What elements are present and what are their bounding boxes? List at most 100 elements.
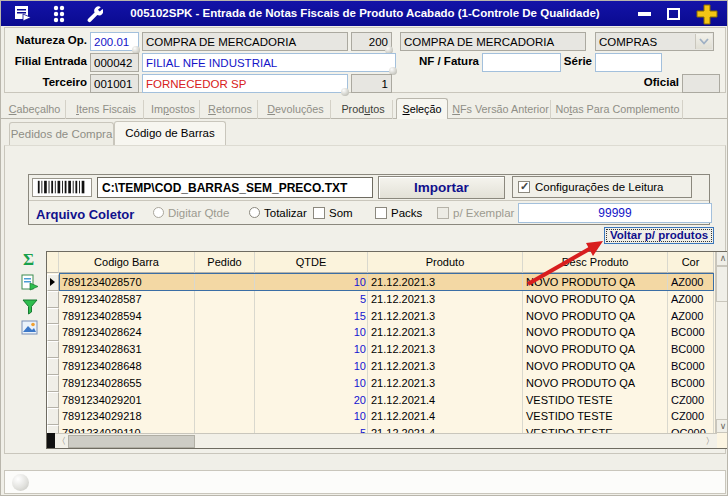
cell-pedido[interactable] [195, 375, 255, 392]
compras-combo[interactable]: COMPRAS [595, 32, 714, 51]
cell-cor[interactable]: CZ000 [668, 408, 714, 425]
maximize-button[interactable] [667, 8, 680, 20]
cell-pedido[interactable] [195, 324, 255, 341]
scroll-right-icon[interactable]: 〉 [703, 435, 717, 449]
cell-codigo[interactable]: 7891234028624 [59, 324, 195, 341]
cell-desc[interactable]: NOVO PRODUTO QA [523, 324, 668, 341]
column-header-produto[interactable]: Produto [368, 252, 523, 273]
cell-cor[interactable]: AZ000 [668, 291, 714, 308]
row-selector[interactable] [47, 375, 59, 392]
cell-pedido[interactable] [195, 408, 255, 425]
vscroll-thumb[interactable] [716, 266, 728, 302]
cell-produto[interactable]: 21.12.2021.3 [368, 375, 523, 392]
cell-qtde[interactable]: 10 [255, 274, 368, 291]
cell-cor[interactable]: BC000 [668, 341, 714, 358]
file-path-field[interactable]: C:\TEMP\COD_BARRAS_SEM_PRECO.TXT [97, 177, 373, 198]
export-grid-icon[interactable] [20, 273, 40, 293]
cell-codigo[interactable]: 7891234028594 [59, 308, 195, 325]
tab-sele-o[interactable]: Seleção [396, 98, 448, 119]
cell-desc[interactable]: NOVO PRODUTO QA [523, 291, 668, 308]
tab-retornos[interactable]: Retornos [203, 100, 258, 119]
chevron-down-icon[interactable] [695, 34, 712, 49]
minimize-button[interactable] [638, 12, 651, 16]
horizontal-scrollbar[interactable]: 〈 〉 [47, 433, 717, 448]
cell-qtde[interactable]: 10 [255, 375, 368, 392]
cell-produto[interactable]: 21.12.2021.3 [368, 324, 523, 341]
row-selector[interactable] [47, 408, 59, 425]
cell-codigo[interactable]: 7891234028631 [59, 341, 195, 358]
cell-pedido[interactable] [195, 274, 255, 291]
cell-produto[interactable]: 21.12.2021.3 [368, 358, 523, 375]
cell-cor[interactable]: AZ000 [668, 274, 714, 291]
exemplar-checkbox[interactable] [437, 207, 449, 219]
cell-codigo[interactable]: 7891234028648 [59, 358, 195, 375]
cell-codigo[interactable]: 7891234029201 [59, 392, 195, 409]
cell-cor[interactable]: BC000 [668, 358, 714, 375]
cell-produto[interactable]: 21.12.2021.4 [368, 408, 523, 425]
subtab-pedidos-de-compra[interactable]: Pedidos de Compra [9, 122, 114, 145]
cell-pedido[interactable] [195, 341, 255, 358]
tab-nfs-vers-o-anterior[interactable]: NFs Versão Anterior [451, 100, 551, 119]
cell-produto[interactable]: 21.12.2021.4 [368, 392, 523, 409]
cell-pedido[interactable] [195, 308, 255, 325]
row-selector[interactable] [47, 358, 59, 375]
cell-qtde[interactable]: 5 [255, 291, 368, 308]
filial-desc-field[interactable]: FILIAL NFE INDUSTRIAL [142, 53, 396, 72]
tab-devolu-es[interactable]: Devoluções [261, 100, 331, 119]
row-selector[interactable] [47, 392, 59, 409]
tab-impostos[interactable]: Impostos [147, 100, 200, 119]
cell-qtde[interactable]: 10 [255, 358, 368, 375]
cell-qtde[interactable]: 15 [255, 308, 368, 325]
cell-pedido[interactable] [195, 358, 255, 375]
row-selector[interactable] [47, 341, 59, 358]
natureza-op-code-field[interactable]: 200.01 [90, 32, 139, 51]
cell-codigo[interactable]: 7891234028655 [59, 375, 195, 392]
scroll-up-icon[interactable]: ∧ [716, 252, 728, 266]
cell-desc[interactable]: NOVO PRODUTO QA [523, 375, 668, 392]
filter-icon[interactable] [20, 297, 40, 317]
column-header-pedido[interactable]: Pedido [195, 252, 255, 273]
packs-checkbox[interactable] [375, 207, 387, 219]
cell-produto[interactable]: 21.12.2021.3 [368, 308, 523, 325]
som-checkbox[interactable] [313, 207, 325, 219]
digitar-qtde-radio[interactable] [153, 207, 164, 218]
scroll-down-icon[interactable]: ∨ [716, 419, 728, 433]
voltar-produtos-button[interactable]: Voltar p/ produtos [604, 227, 714, 244]
image-icon[interactable] [20, 318, 40, 338]
subtab-c-digo-de-barras[interactable]: Código de Barras [114, 121, 226, 145]
add-button[interactable] [695, 3, 719, 26]
tab-produtos[interactable]: Produtos [334, 100, 393, 119]
row-selector[interactable] [47, 274, 59, 291]
column-header-desc-produto[interactable]: Desc Produto [523, 252, 668, 273]
cell-produto[interactable]: 21.12.2021.3 [368, 274, 523, 291]
totalizar-radio[interactable] [249, 207, 260, 218]
tab-cabe-alho[interactable]: Cabeçalho [4, 100, 66, 119]
cell-cor[interactable]: CZ000 [668, 392, 714, 409]
cell-pedido[interactable] [195, 392, 255, 409]
cell-qtde[interactable]: 10 [255, 408, 368, 425]
config-leitura-checkbox[interactable] [518, 181, 530, 193]
cell-codigo[interactable]: 7891234029218 [59, 408, 195, 425]
cell-desc[interactable]: NOVO PRODUTO QA [523, 308, 668, 325]
cell-desc[interactable]: NOVO PRODUTO QA [523, 358, 668, 375]
cell-codigo[interactable]: 7891234028570 [59, 274, 195, 291]
column-header-qtde[interactable]: QTDE [255, 252, 368, 273]
scroll-left-icon[interactable]: 〈 [56, 435, 67, 449]
tab-itens-fiscais[interactable]: Itens Fiscais [69, 100, 144, 119]
cell-produto[interactable]: 21.12.2021.3 [368, 291, 523, 308]
column-header-codigo-barra[interactable]: Codigo Barra [59, 252, 195, 273]
row-selector[interactable] [47, 324, 59, 341]
importar-button[interactable]: Importar [378, 176, 505, 199]
row-selector[interactable] [47, 308, 59, 325]
cell-cor[interactable]: BC000 [668, 375, 714, 392]
cell-cor[interactable]: AZ000 [668, 308, 714, 325]
qty-field[interactable]: 99999 [518, 203, 712, 223]
cell-qtde[interactable]: 10 [255, 324, 368, 341]
cell-desc[interactable]: NOVO PRODUTO QA [523, 341, 668, 358]
cell-pedido[interactable] [195, 291, 255, 308]
row-selector[interactable] [47, 291, 59, 308]
serie-field[interactable] [595, 53, 662, 72]
hscroll-thumb[interactable] [68, 435, 195, 448]
cell-desc[interactable]: NOVO PRODUTO QA [523, 274, 668, 291]
cell-desc[interactable]: VESTIDO TESTE [523, 392, 668, 409]
